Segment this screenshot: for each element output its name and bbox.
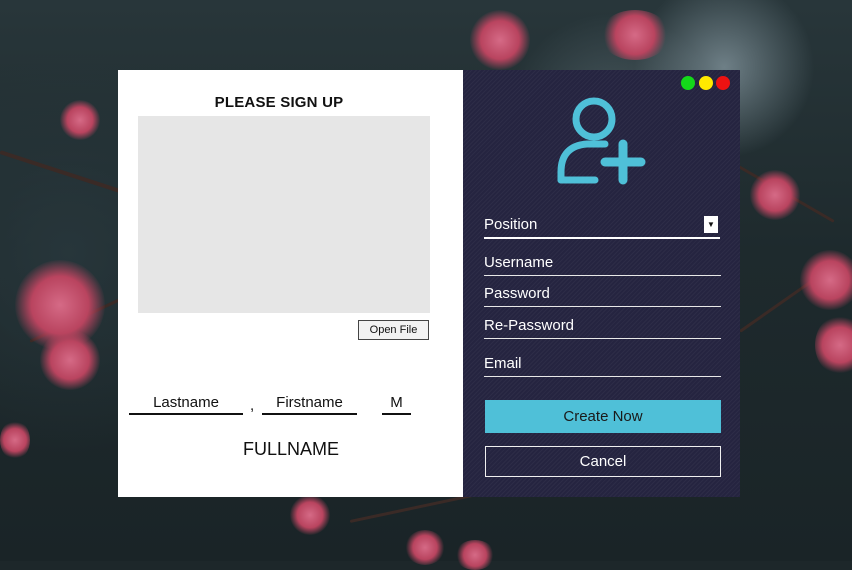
branch: [0, 150, 134, 198]
lastname-field[interactable]: Lastname: [129, 393, 243, 415]
password-field[interactable]: Password: [484, 284, 721, 307]
cancel-button[interactable]: Cancel: [485, 446, 721, 477]
flower: [800, 250, 852, 310]
fullname-label: FULLNAME: [243, 439, 340, 459]
flower: [405, 530, 445, 565]
minimize-dot-button[interactable]: [699, 76, 713, 90]
flower: [470, 10, 530, 70]
position-select[interactable]: Position ▼: [484, 215, 720, 239]
repassword-field[interactable]: Re-Password: [484, 316, 721, 339]
create-now-button[interactable]: Create Now: [485, 400, 721, 433]
photo-preview[interactable]: [138, 116, 430, 313]
name-separator: ,: [250, 397, 255, 414]
middle-initial-field[interactable]: M: [382, 393, 411, 415]
username-field[interactable]: Username: [484, 253, 721, 276]
flower: [60, 100, 100, 140]
position-select-label: Position: [484, 216, 538, 233]
flower: [815, 315, 852, 375]
email-field[interactable]: Email: [484, 354, 721, 377]
page-title: PLEASE SIGN UP: [214, 94, 344, 111]
firstname-field[interactable]: Firstname: [262, 393, 357, 415]
maximize-dot-button[interactable]: [681, 76, 695, 90]
flower: [0, 420, 30, 460]
flower: [600, 10, 670, 60]
open-file-button[interactable]: Open File: [358, 320, 429, 340]
add-user-icon: [557, 97, 646, 185]
close-dot-button[interactable]: [716, 76, 730, 90]
flower: [455, 540, 495, 570]
chevron-down-icon[interactable]: ▼: [704, 216, 718, 233]
flower: [290, 495, 330, 535]
signup-panel: PLEASE SIGN UP Open File Lastname , Firs…: [118, 70, 463, 497]
form-panel: Position ▼ Username Password Re-Password…: [463, 70, 740, 497]
flower: [750, 170, 800, 220]
flower: [40, 330, 100, 390]
